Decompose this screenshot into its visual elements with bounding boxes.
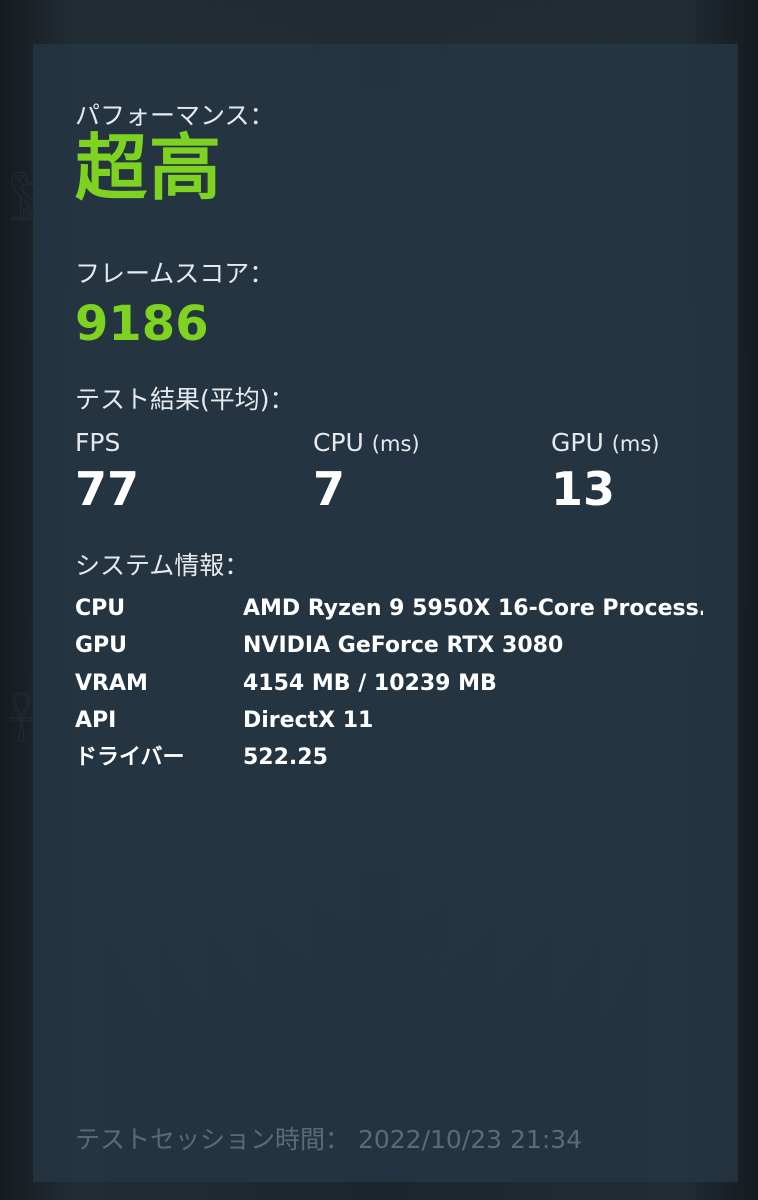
system-info-value-cpu: AMD Ryzen 9 5950X 16-Core Process...: [243, 598, 703, 620]
system-info-value-vram: 4154 MB / 10239 MB: [243, 673, 497, 695]
test-session-time: テストセッション時間： 2022/10/23 21:34: [75, 1120, 582, 1156]
system-info-label: システム情報：: [75, 551, 250, 580]
cpu-ms-value: 7: [313, 462, 346, 516]
gpu-ms-label: GPU (ms): [551, 428, 660, 457]
system-info-value-api: DirectX 11: [243, 710, 374, 732]
frame-score-label: フレームスコア：: [75, 259, 275, 288]
cpu-ms-label: CPU (ms): [313, 428, 420, 457]
system-info-key-api: API: [75, 708, 117, 733]
frame-score-value: 9186: [75, 296, 209, 352]
glyph-decoration: 𓋹: [8, 696, 35, 752]
system-info-key-vram: VRAM: [75, 671, 148, 696]
system-info-key-cpu: CPU: [75, 596, 126, 621]
performance-quality: 超高: [75, 126, 224, 210]
system-info-key-gpu: GPU: [75, 633, 128, 658]
test-results-label: テスト結果(平均)：: [75, 385, 295, 414]
system-info-value-gpu: NVIDIA GeForce RTX 3080: [243, 635, 564, 657]
system-info-key-driver: ドライバー: [75, 745, 185, 770]
fps-label: FPS: [75, 428, 121, 457]
test-session-time-value: 2022/10/23 21:34: [357, 1125, 583, 1154]
fps-value: 77: [75, 462, 140, 516]
gpu-ms-value: 13: [551, 462, 616, 516]
system-info-value-driver: 522.25: [243, 747, 328, 769]
test-session-time-label: テストセッション時間：: [75, 1125, 351, 1154]
